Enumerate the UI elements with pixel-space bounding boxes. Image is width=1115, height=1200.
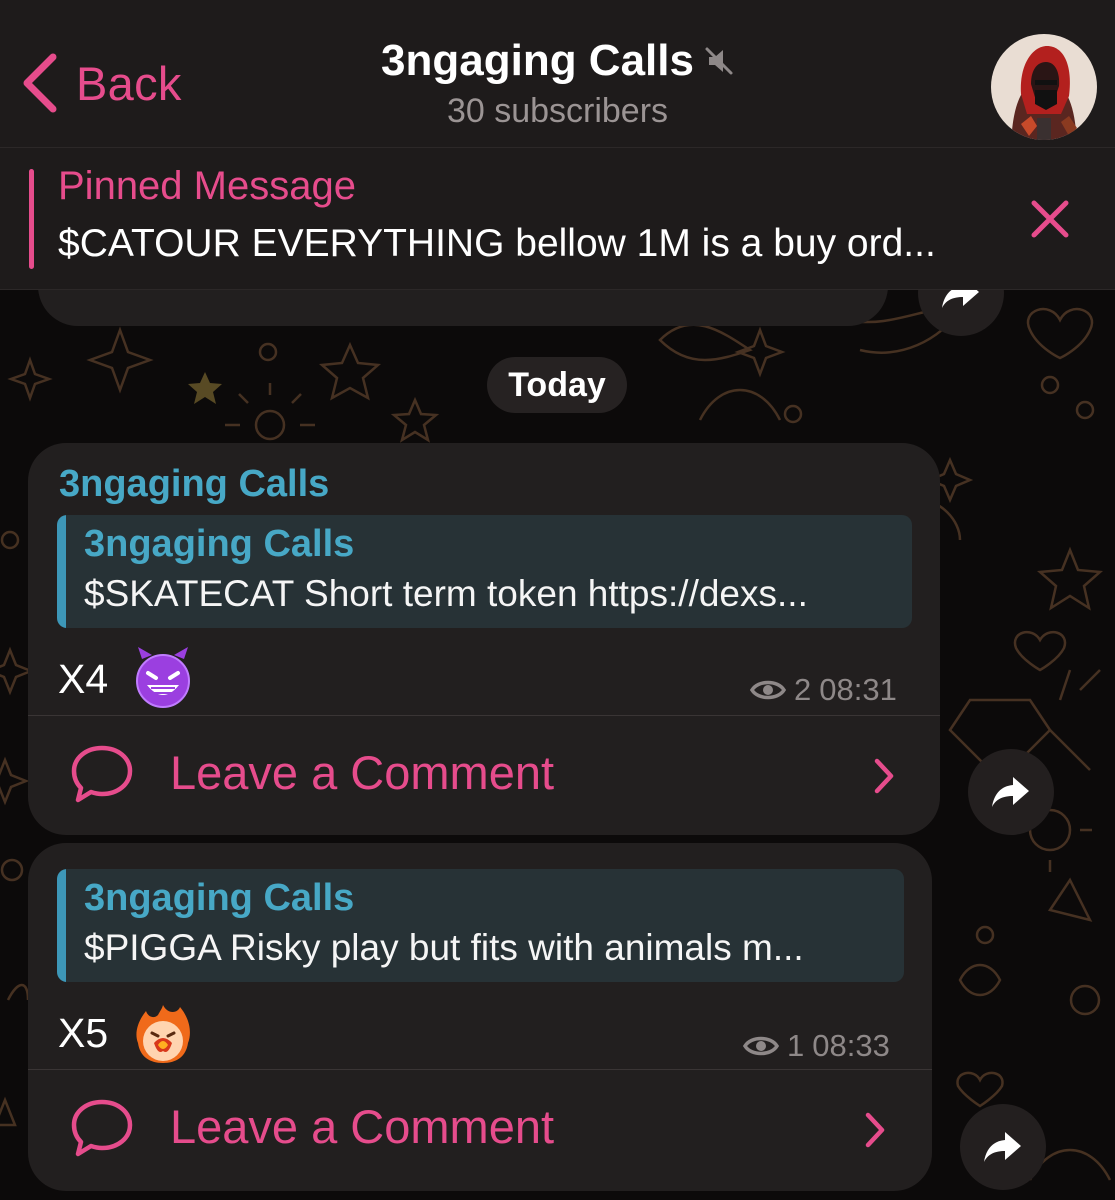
comment-bubble-icon [71, 1099, 133, 1157]
message-bubble[interactable]: 3ngaging Calls $PIGGA Risky play but fit… [28, 843, 932, 1191]
pinned-indicator [29, 169, 34, 269]
share-arrow-icon [984, 1132, 1021, 1162]
message-text: X4 [58, 656, 109, 702]
reply-indicator [57, 869, 66, 982]
view-count: 1 [787, 1028, 805, 1063]
back-button[interactable]: Back [20, 48, 182, 118]
comment-label: Leave a Comment [170, 746, 555, 799]
chevron-right-icon [874, 758, 894, 794]
back-label: Back [76, 56, 182, 110]
chevron-right-icon [865, 1112, 885, 1148]
message-meta: 2 08:31 [750, 672, 897, 708]
eye-icon [743, 1036, 779, 1056]
reply-indicator [57, 515, 66, 628]
fire-face-emoji [136, 1005, 190, 1063]
comment-bubble-icon [71, 745, 133, 803]
eye-icon [750, 680, 786, 700]
muted-icon [705, 47, 733, 75]
message-meta: 1 08:33 [743, 1028, 890, 1064]
reply-preview[interactable]: 3ngaging Calls $SKATECAT Short term toke… [57, 515, 912, 628]
chevron-left-icon [23, 53, 57, 113]
message-time: 08:31 [819, 672, 897, 707]
comment-label: Leave a Comment [170, 1100, 555, 1153]
avatar-image [991, 34, 1097, 140]
close-icon[interactable] [1029, 198, 1071, 240]
share-arrow-icon [992, 777, 1029, 807]
date-separator: Today [487, 357, 627, 413]
leave-comment-button[interactable]: Leave a Comment [28, 716, 940, 835]
leave-comment-button[interactable]: Leave a Comment [28, 1070, 932, 1191]
smiling-imp-emoji [136, 647, 190, 708]
share-button[interactable] [968, 749, 1054, 835]
reply-text: $PIGGA Risky play but fits with animals … [84, 927, 804, 968]
pinned-text: $CATOUR EVERYTHING bellow 1M is a buy or… [58, 222, 936, 265]
channel-avatar[interactable] [991, 34, 1097, 140]
reply-sender: 3ngaging Calls [84, 877, 355, 919]
pinned-title: Pinned Message [58, 164, 356, 208]
share-button[interactable] [960, 1104, 1046, 1190]
message-sender[interactable]: 3ngaging Calls [59, 463, 329, 506]
message-time: 08:33 [812, 1028, 890, 1063]
channel-info[interactable]: 3ngaging Calls 30 subscribers [300, 36, 815, 131]
chat-header: Back 3ngaging Calls 30 subscribers [0, 0, 1115, 148]
subscriber-count: 30 subscribers [446, 92, 669, 130]
reply-preview[interactable]: 3ngaging Calls $PIGGA Risky play but fit… [57, 869, 904, 982]
message-text: X5 [58, 1010, 109, 1056]
reply-text: $SKATECAT Short term token https://dexs.… [84, 573, 808, 614]
pinned-message-bar[interactable]: Pinned Message $CATOUR EVERYTHING bellow… [0, 148, 1115, 290]
reply-sender: 3ngaging Calls [84, 523, 355, 565]
channel-title: 3ngaging Calls [381, 36, 694, 85]
view-count: 2 [794, 672, 812, 707]
message-bubble[interactable]: 3ngaging Calls 3ngaging Calls $SKATECAT … [28, 443, 940, 835]
chat-screen: Back 3ngaging Calls 30 subscribers Pinne… [0, 0, 1115, 1200]
